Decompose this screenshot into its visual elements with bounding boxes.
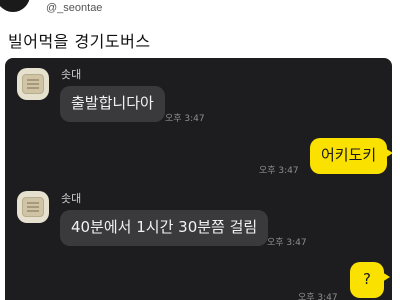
message-time: 오후 3:47 <box>259 166 299 176</box>
message-time: 오후 3:47 <box>267 238 307 248</box>
chat-screenshot: 솟대 출발합니다아 오후 3:47 오후 3:47 어키도키 솟대 40분에서 … <box>5 58 392 300</box>
sender-name: 솟대 <box>61 192 82 205</box>
seal-icon <box>22 74 44 94</box>
sender-profile-picture[interactable] <box>17 191 49 223</box>
user-handle[interactable]: @_seontae <box>46 2 102 14</box>
tweet-text: 빌어먹을 경기도버스 <box>8 32 151 51</box>
sender-profile-picture[interactable] <box>17 68 49 100</box>
message-bubble-outgoing[interactable]: 어키도키 <box>310 138 392 174</box>
user-avatar[interactable] <box>0 0 30 12</box>
message-bubble-outgoing[interactable]: ? <box>350 262 390 298</box>
seal-icon <box>22 197 44 217</box>
sender-name: 솟대 <box>61 68 82 81</box>
message-time: 오후 3:47 <box>298 293 338 300</box>
message-bubble-incoming[interactable]: 출발합니다아 <box>60 86 165 122</box>
message-time: 오후 3:47 <box>165 114 205 124</box>
tweet-header: @_seontae 빌어먹을 경기도버스 <box>0 0 400 56</box>
message-bubble-incoming[interactable]: 40분에서 1시간 30분쯤 걸림 <box>60 210 269 246</box>
